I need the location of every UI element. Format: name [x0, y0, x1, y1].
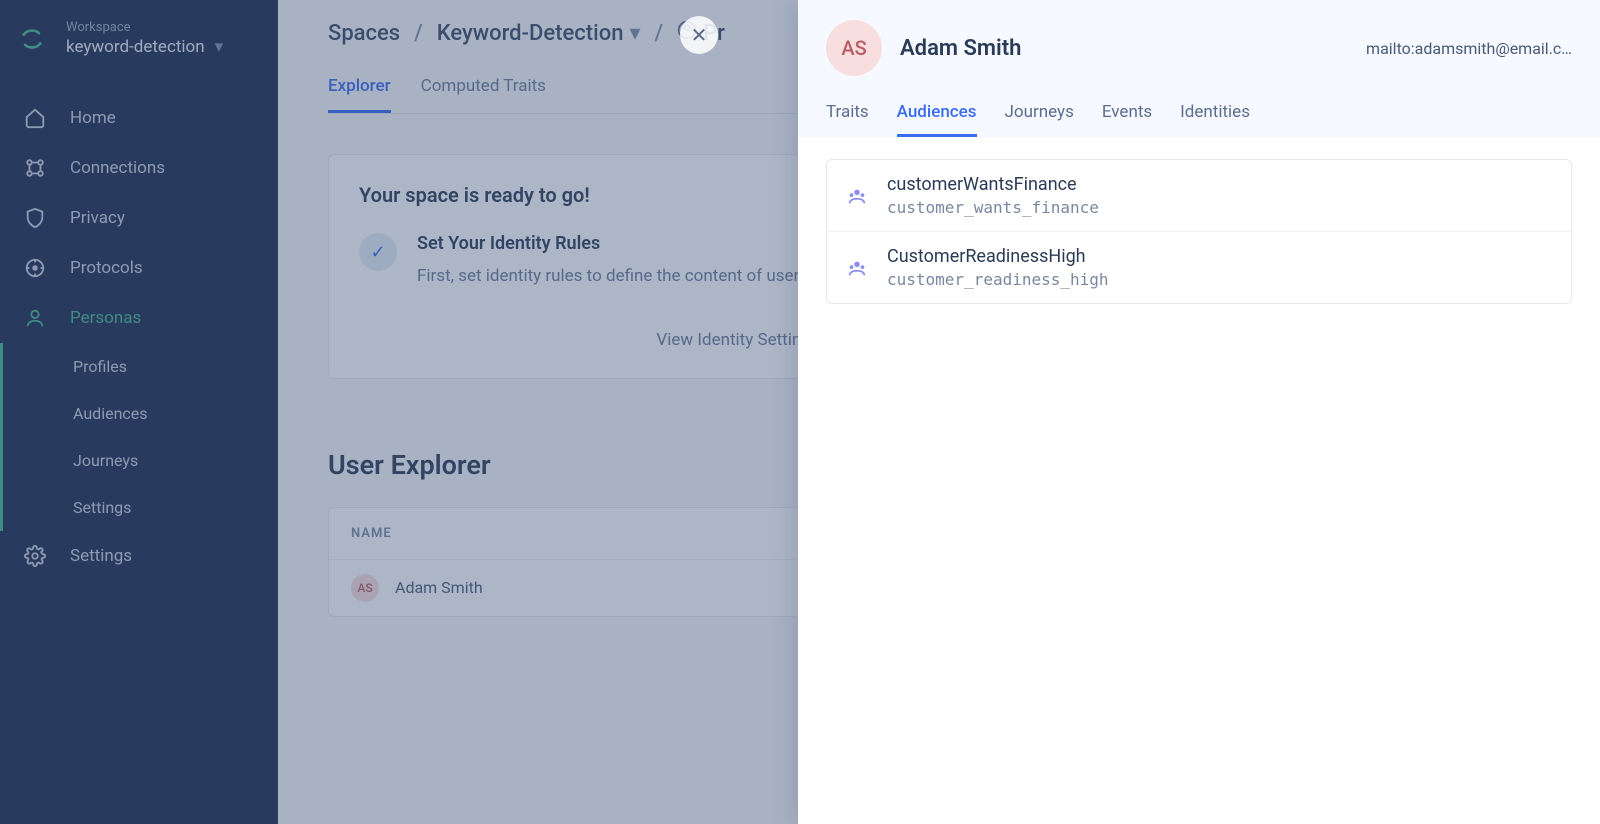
- sidebar-item-label: Settings: [70, 546, 132, 566]
- subnav-journeys[interactable]: Journeys: [3, 437, 278, 484]
- workspace-switcher[interactable]: Workspace keyword-detection ▾: [0, 12, 278, 75]
- sidebar-item-settings[interactable]: Settings: [0, 531, 278, 581]
- sidebar-item-privacy[interactable]: Privacy: [0, 193, 278, 243]
- user-name: Adam Smith: [395, 578, 483, 597]
- sidebar-item-protocols[interactable]: Protocols: [0, 243, 278, 293]
- profile-tab-events[interactable]: Events: [1102, 102, 1152, 137]
- audience-icon: [845, 185, 869, 207]
- profile-panel: AS Adam Smith mailto:adamsmith@email.c… …: [798, 0, 1600, 824]
- profile-tab-audiences[interactable]: Audiences: [897, 102, 977, 137]
- personas-icon: [22, 307, 48, 329]
- breadcrumb-separator: /: [654, 21, 663, 46]
- audience-slug: customer_wants_finance: [887, 198, 1099, 217]
- chevron-down-icon: ▾: [629, 21, 640, 46]
- workspace-label: Workspace: [66, 20, 223, 35]
- profile-tab-traits[interactable]: Traits: [826, 102, 869, 137]
- sidebar-item-label: Protocols: [70, 258, 143, 278]
- profile-tabs: Traits Audiences Journeys Events Identit…: [826, 102, 1572, 137]
- audience-list: customerWantsFinance customer_wants_fina…: [826, 159, 1572, 304]
- sidebar-item-label: Home: [70, 108, 116, 128]
- tab-explorer[interactable]: Explorer: [328, 76, 391, 113]
- audience-slug: customer_readiness_high: [887, 270, 1109, 289]
- home-icon: [22, 107, 48, 129]
- breadcrumb-spaces[interactable]: Spaces: [328, 21, 400, 46]
- subnav-settings[interactable]: Settings: [3, 484, 278, 531]
- audience-icon: [845, 257, 869, 279]
- sidebar-item-label: Personas: [70, 308, 141, 328]
- sidebar: Workspace keyword-detection ▾ Home Conne…: [0, 0, 278, 824]
- profile-email: mailto:adamsmith@email.c…: [1366, 39, 1572, 58]
- profile-name: Adam Smith: [900, 36, 1348, 61]
- app-logo-icon: [18, 25, 46, 53]
- subnav-profiles[interactable]: Profiles: [3, 343, 278, 390]
- protocols-icon: [22, 257, 48, 279]
- profile-panel-body: customerWantsFinance customer_wants_fina…: [798, 137, 1600, 326]
- profile-panel-header: AS Adam Smith mailto:adamsmith@email.c… …: [798, 0, 1600, 137]
- audience-title: customerWantsFinance: [887, 174, 1099, 195]
- check-icon: ✓: [359, 233, 397, 271]
- sidebar-item-label: Connections: [70, 158, 165, 178]
- close-panel-button[interactable]: ✕: [680, 16, 718, 54]
- tab-computed-traits[interactable]: Computed Traits: [421, 76, 546, 113]
- user-avatar: AS: [351, 574, 379, 602]
- gear-icon: [22, 545, 48, 567]
- workspace-name: keyword-detection: [66, 37, 205, 57]
- sidebar-item-connections[interactable]: Connections: [0, 143, 278, 193]
- close-icon: ✕: [691, 23, 708, 47]
- profile-avatar: AS: [826, 20, 882, 76]
- audience-title: CustomerReadinessHigh: [887, 246, 1109, 267]
- personas-subnav: Profiles Audiences Journeys Settings: [0, 343, 278, 531]
- profile-tab-journeys[interactable]: Journeys: [1005, 102, 1074, 137]
- chevron-down-icon: ▾: [215, 37, 224, 57]
- shield-icon: [22, 207, 48, 229]
- breadcrumb-space-name[interactable]: Keyword-Detection ▾: [437, 21, 641, 46]
- sidebar-item-label: Privacy: [70, 208, 125, 228]
- breadcrumb-space-label: Keyword-Detection: [437, 21, 624, 46]
- audience-item[interactable]: CustomerReadinessHigh customer_readiness…: [827, 232, 1571, 303]
- profile-tab-identities[interactable]: Identities: [1180, 102, 1250, 137]
- audience-item[interactable]: customerWantsFinance customer_wants_fina…: [827, 160, 1571, 232]
- subnav-audiences[interactable]: Audiences: [3, 390, 278, 437]
- breadcrumb-separator: /: [414, 21, 423, 46]
- sidebar-item-home[interactable]: Home: [0, 93, 278, 143]
- sidebar-item-personas[interactable]: Personas: [0, 293, 278, 343]
- connections-icon: [22, 157, 48, 179]
